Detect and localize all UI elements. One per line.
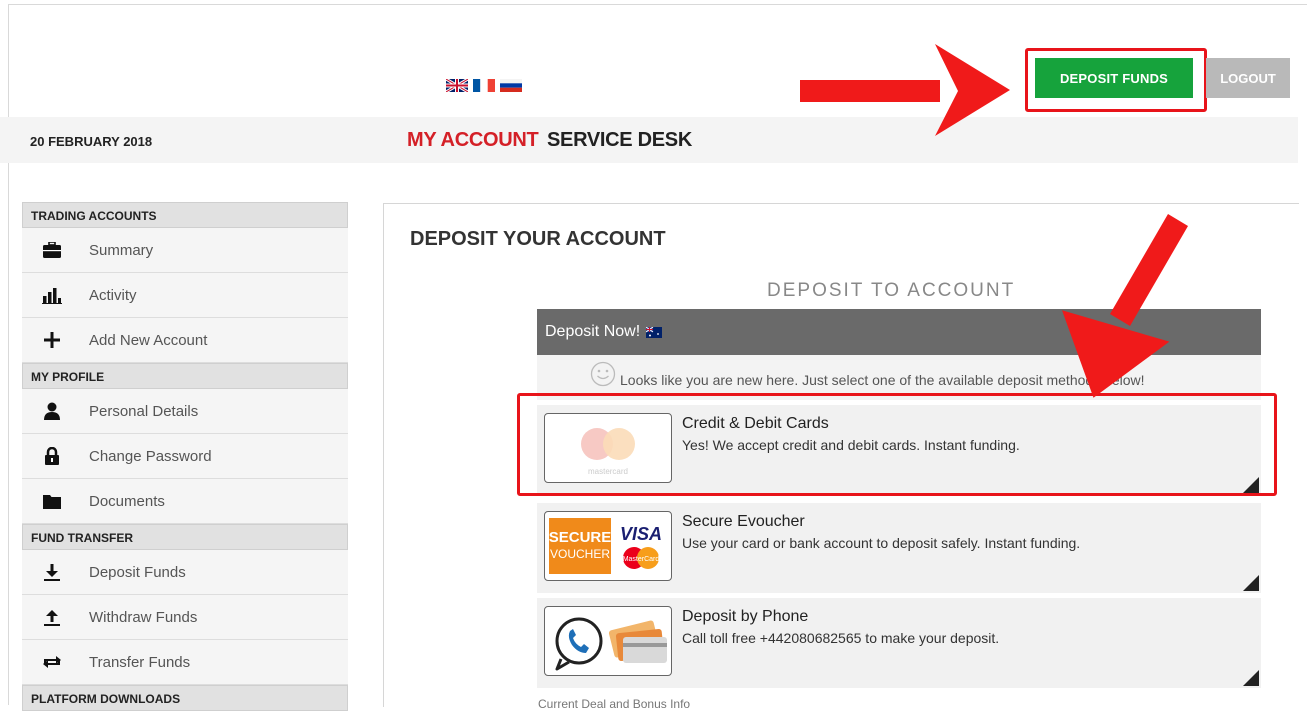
download-icon — [40, 560, 64, 584]
sidebar-item-documents[interactable]: Documents — [22, 479, 348, 524]
russia-flag-icon[interactable] — [500, 79, 522, 92]
sidebar-item-label: Personal Details — [89, 402, 199, 420]
sidebar-item-label: Summary — [89, 241, 154, 259]
method-description: Use your card or bank account to deposit… — [682, 535, 1081, 551]
method-description: Call toll free +442080682565 to make you… — [682, 630, 1000, 646]
secure-logo-text: SECURE — [549, 529, 612, 546]
sidebar-section-my-profile: MY PROFILE — [22, 363, 348, 389]
deposit-to-account-heading: DEPOSIT TO ACCOUNT — [767, 280, 1016, 301]
sidebar-item-label: Activity — [89, 286, 137, 304]
expand-corner-icon[interactable] — [1243, 575, 1259, 591]
method-title: Secure Evoucher — [682, 513, 805, 530]
sidebar-section-platform-downloads: PLATFORM DOWNLOADS — [22, 685, 348, 711]
current-date: 20 FEBRUARY 2018 — [30, 134, 153, 149]
voucher-logo-text: VOUCHER — [550, 547, 610, 561]
logout-button[interactable]: LOGOUT — [1206, 58, 1290, 98]
plus-icon — [40, 328, 64, 352]
sidebar-item-summary[interactable]: Summary — [22, 228, 348, 273]
highlight-box-credit-cards — [517, 393, 1277, 496]
deposit-now-header: Deposit Now! — [537, 309, 1261, 355]
tab-my-account[interactable]: MY ACCOUNT — [407, 129, 539, 152]
deposit-method-secure-evoucher[interactable]: SECURE VOUCHER VISA MasterCard Secure Ev… — [537, 503, 1261, 593]
transfer-icon — [40, 650, 64, 674]
sidebar-item-label: Add New Account — [89, 331, 208, 349]
sidebar-item-personal-details[interactable]: Personal Details — [22, 389, 348, 434]
sidebar: TRADING ACCOUNTS Summary Activity Add Ne… — [22, 202, 348, 711]
visa-logo-text: VISA — [620, 524, 662, 544]
australia-flag-icon — [646, 326, 663, 338]
sidebar-item-withdraw-funds[interactable]: Withdraw Funds — [22, 595, 348, 640]
sidebar-section-fund-transfer: FUND TRANSFER — [22, 524, 348, 550]
sidebar-item-label: Change Password — [89, 447, 212, 465]
secure-voucher-logo: SECURE VOUCHER VISA MasterCard — [544, 511, 672, 581]
france-flag-icon[interactable] — [473, 79, 495, 92]
notice-text: Looks like you are new here. Just select… — [620, 372, 1145, 388]
mastercard-small-text: MasterCard — [623, 556, 660, 563]
page-title: DEPOSIT YOUR ACCOUNT — [410, 228, 666, 250]
expand-corner-icon[interactable] — [1243, 670, 1259, 686]
new-user-notice: Looks like you are new here. Just select… — [590, 360, 1145, 388]
briefcase-icon — [40, 238, 64, 262]
sidebar-item-activity[interactable]: Activity — [22, 273, 348, 318]
deposit-funds-button[interactable]: DEPOSIT FUNDS — [1035, 58, 1193, 98]
sidebar-section-trading-accounts: TRADING ACCOUNTS — [22, 202, 348, 228]
folder-icon — [40, 489, 64, 513]
language-flags — [446, 79, 522, 92]
sidebar-item-label: Transfer Funds — [89, 653, 191, 671]
upload-icon — [40, 605, 64, 629]
sidebar-item-add-new-account[interactable]: Add New Account — [22, 318, 348, 363]
bar-chart-icon — [40, 283, 64, 307]
deposit-now-label: Deposit Now! — [545, 323, 641, 340]
sidebar-item-deposit-funds[interactable]: Deposit Funds — [22, 550, 348, 595]
phone-cards-logo — [544, 606, 672, 676]
sidebar-item-transfer-funds[interactable]: Transfer Funds — [22, 640, 348, 685]
deposit-method-phone[interactable]: Deposit by Phone Call toll free +4420806… — [537, 598, 1261, 688]
lock-icon — [40, 444, 64, 468]
tab-service-desk[interactable]: SERVICE DESK — [547, 129, 692, 152]
uk-flag-icon[interactable] — [446, 79, 468, 92]
user-icon — [40, 399, 64, 423]
sidebar-item-change-password[interactable]: Change Password — [22, 434, 348, 479]
sidebar-item-label: Withdraw Funds — [89, 608, 198, 626]
method-title: Deposit by Phone — [682, 608, 809, 625]
footer-text: Current Deal and Bonus Info — [538, 697, 691, 711]
sidebar-item-label: Documents — [89, 492, 165, 510]
sidebar-item-label: Deposit Funds — [89, 563, 186, 581]
smiley-icon — [590, 361, 616, 387]
